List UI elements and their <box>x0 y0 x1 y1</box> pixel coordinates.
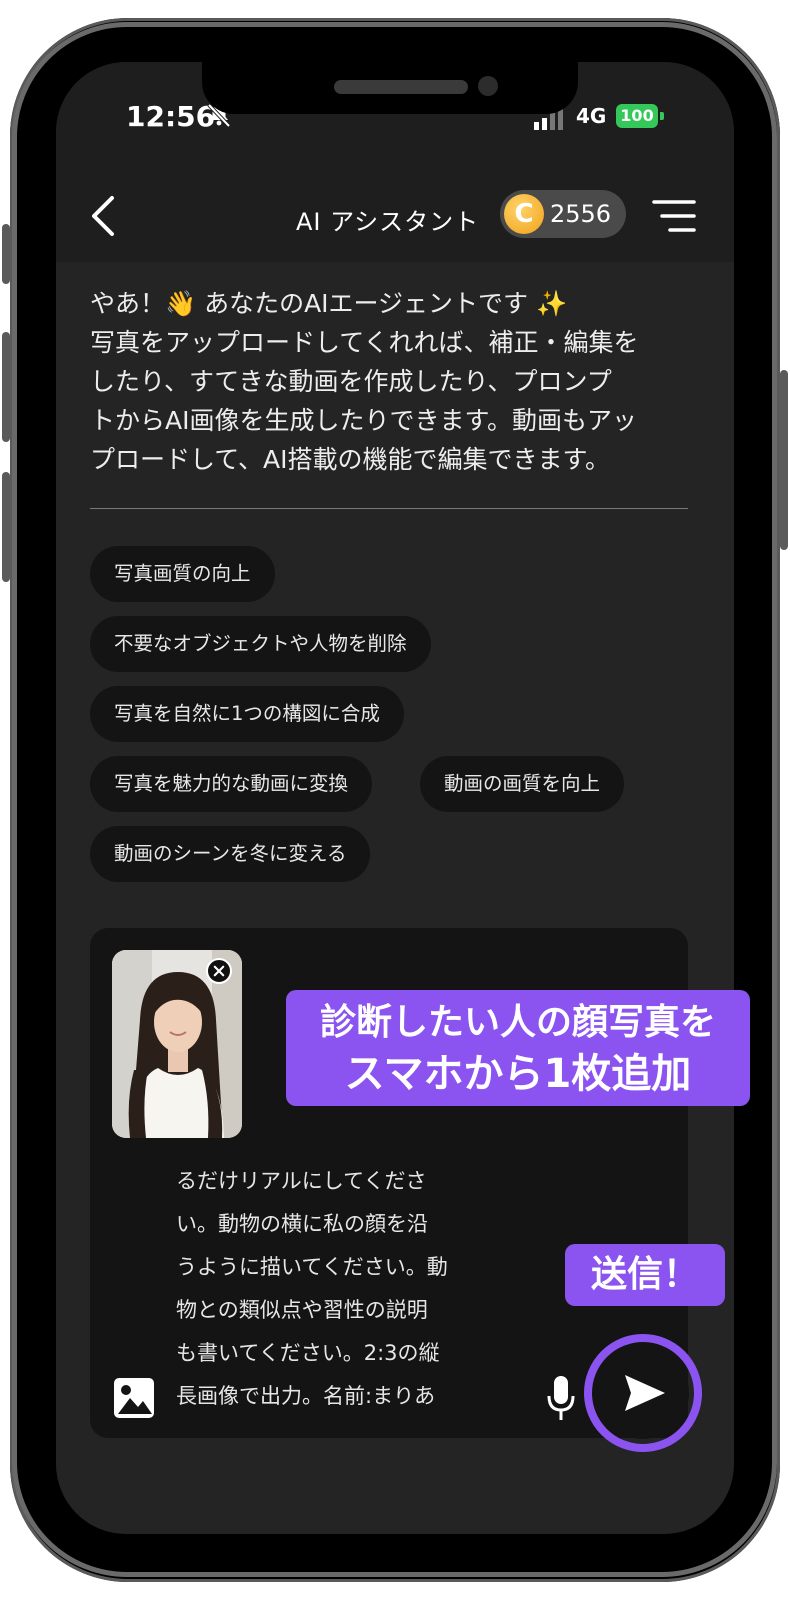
back-arrow-icon[interactable] <box>86 194 120 238</box>
intro-line: したり、すてきな動画を作成したり、プロンプ <box>90 367 612 396</box>
intro-line: やあ！👋 あなたのAIエージェントです ✨ <box>90 289 568 318</box>
status-time: 12:56 <box>126 100 216 133</box>
image-upload-icon[interactable] <box>112 1376 156 1420</box>
speaker-grille <box>334 80 468 94</box>
suggestion-chip-photo-to-video[interactable]: 写真を魅力的な動画に変換 <box>90 756 373 812</box>
battery-tip <box>660 112 664 120</box>
device-notch <box>202 62 578 114</box>
intro-line: 写真をアップロードしてくれれば、補正・編集を <box>90 328 639 357</box>
send-button[interactable] <box>597 1347 689 1439</box>
volume-up-button <box>2 332 10 442</box>
prompt-line: 物との類似点や習性の説明 <box>176 1298 428 1322</box>
silent-switch <box>2 224 10 284</box>
suggestion-chip-winter-scene[interactable]: 動画のシーンを冬に変える <box>90 826 371 882</box>
app-screen: 12:56 4G 100 AI アシスタント C 2556 やあ！👋 あなたのA… <box>56 62 734 1534</box>
network-type: 4G <box>576 104 607 128</box>
annotation-send: 送信！ <box>565 1244 725 1306</box>
microphone-icon[interactable] <box>546 1374 576 1422</box>
suggestion-chip-enhance-video[interactable]: 動画の画質を向上 <box>420 756 625 812</box>
front-camera <box>478 76 498 96</box>
intro-line: プロードして、AI搭載の機能で編集できます。 <box>90 445 610 474</box>
suggestion-chip-enhance-photo[interactable]: 写真画質の向上 <box>90 546 275 602</box>
prompt-line: うように描いてください。動 <box>176 1255 448 1279</box>
divider <box>90 508 688 509</box>
coin-count: 2556 <box>550 200 612 228</box>
annotation-upload-photo: 診断したい人の顔写真を スマホから1枚追加 <box>286 990 750 1106</box>
power-button <box>780 370 788 550</box>
suggestion-chip-combine-photos[interactable]: 写真を自然に1つの構図に合成 <box>90 686 404 742</box>
suggestion-chip-remove-objects[interactable]: 不要なオブジェクトや人物を削除 <box>90 616 431 672</box>
prompt-line: い。動物の横に私の顔を沿 <box>176 1212 428 1236</box>
coin-balance[interactable]: C 2556 <box>500 190 626 238</box>
volume-down-button <box>2 472 10 582</box>
coin-icon: C <box>504 194 544 234</box>
send-arrow-icon <box>625 1375 665 1411</box>
battery-indicator: 100 <box>616 104 658 128</box>
intro-line: トからAI画像を生成したりできます。動画もアッ <box>90 406 637 435</box>
prompt-line: 長画像で出力。名前:まりあ <box>176 1384 436 1408</box>
page-title: AI アシスタント <box>296 208 480 236</box>
prompt-input[interactable]: るだけリアルにしてくださ い。動物の横に私の顔を沿 うように描いてください。動 … <box>176 1160 506 1418</box>
prompt-line: るだけリアルにしてくださ <box>176 1169 427 1193</box>
annotation-line-2: スマホから1枚追加 <box>344 1051 692 1097</box>
prompt-line: も書いてください。2:3の縦 <box>176 1341 440 1365</box>
app-header: AI アシスタント C 2556 <box>56 172 734 262</box>
remove-photo-icon[interactable] <box>206 958 232 984</box>
assistant-intro-message: やあ！👋 あなたのAIエージェントです ✨ 写真をアップロードしてくれれば、補正… <box>90 284 700 479</box>
menu-icon[interactable] <box>652 198 696 234</box>
annotation-line-1: 診断したい人の顔写真を <box>319 1002 716 1043</box>
